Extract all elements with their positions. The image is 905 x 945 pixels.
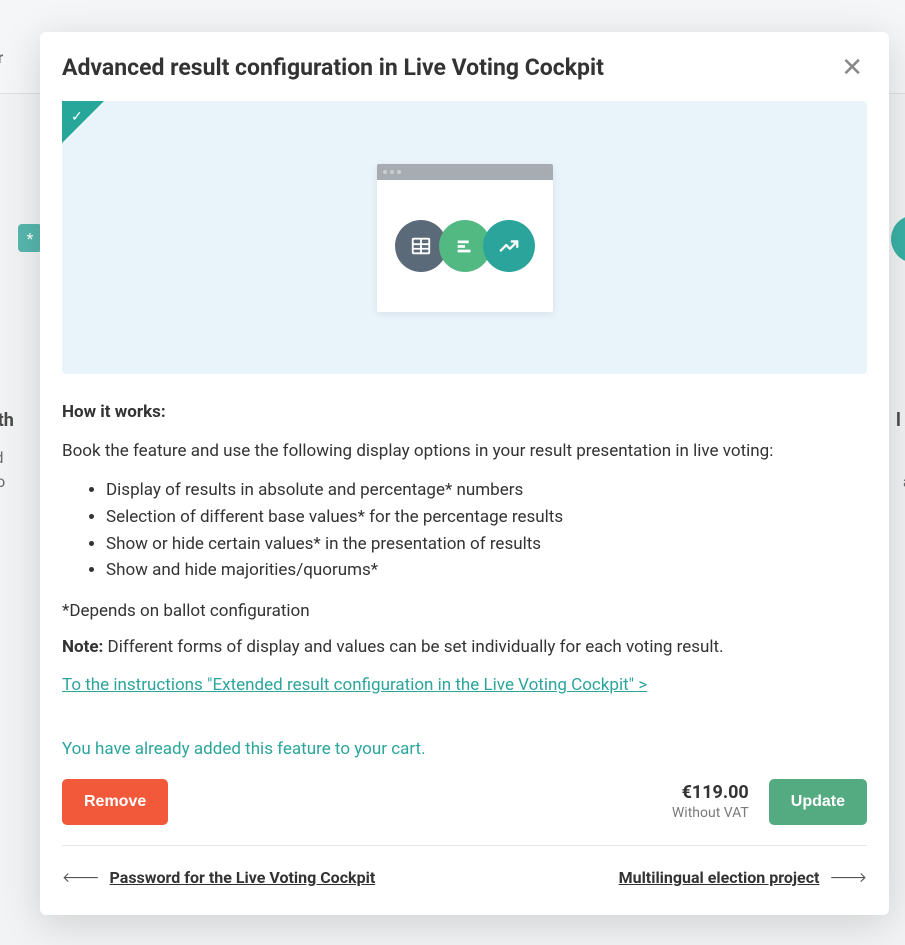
feature-list: Display of results in absolute and perce… — [62, 478, 867, 583]
remove-button[interactable]: Remove — [62, 779, 168, 825]
window-dot — [397, 170, 401, 174]
background-badge: * — [18, 224, 42, 252]
price-text: €119.00 Without VAT — [672, 782, 749, 821]
window-dot — [383, 170, 387, 174]
next-feature-label: Multilingual election project — [619, 868, 820, 887]
background-badge-text: * — [27, 229, 34, 248]
feature-modal: Advanced result configuration in Live Vo… — [40, 32, 889, 915]
intro-text: Book the feature and use the following d… — [62, 438, 867, 464]
close-button[interactable]: ✕ — [837, 55, 867, 81]
cart-status-message: You have already added this feature to y… — [62, 739, 867, 759]
icon-circles — [395, 220, 535, 272]
modal-title: Advanced result configuration in Live Vo… — [62, 54, 604, 81]
how-it-works-label: How it works: — [62, 402, 867, 422]
hero-window-card — [377, 164, 553, 312]
background-left-title: for th — [0, 410, 14, 431]
background-left-lines: divid re co — [0, 446, 5, 494]
note-text: Different forms of display and values ca… — [103, 637, 723, 657]
list-item: Show or hide certain values* in the pres… — [106, 532, 867, 557]
modal-header: Advanced result configuration in Live Vo… — [62, 54, 867, 81]
footnote-text: *Depends on ballot configuration — [62, 601, 867, 621]
price-value: €119.00 — [672, 782, 749, 803]
trend-icon — [483, 220, 535, 272]
price-block: €119.00 Without VAT Update — [672, 779, 867, 825]
arrow-left-icon: 🡐 — [62, 869, 100, 886]
modal-nav-row: 🡐 Password for the Live Voting Cockpit M… — [62, 868, 867, 887]
list-item: Show and hide majorities/quorums* — [106, 558, 867, 583]
hero-window-body — [377, 180, 553, 312]
arrow-right-icon: 🡒 — [829, 869, 867, 886]
action-row: Remove €119.00 Without VAT Update — [62, 779, 867, 846]
note-label: Note: — [62, 637, 103, 657]
bg-left-line1: divid — [0, 446, 5, 470]
note-line: Note: Different forms of display and val… — [62, 637, 867, 657]
vat-label: Without VAT — [672, 805, 749, 821]
bg-left-line2: re co — [0, 470, 5, 494]
next-feature-link[interactable]: Multilingual election project 🡒 — [619, 868, 867, 887]
prev-feature-link[interactable]: 🡐 Password for the Live Voting Cockpit — [62, 868, 375, 887]
close-icon: ✕ — [841, 53, 863, 83]
hero-corner-triangle — [62, 101, 104, 143]
update-button[interactable]: Update — [769, 779, 867, 825]
hero-window-titlebar — [377, 164, 553, 180]
prev-feature-label: Password for the Live Voting Cockpit — [110, 868, 376, 887]
instructions-link[interactable]: To the instructions "Extended result con… — [62, 675, 647, 695]
hero-image: ✓ — [62, 101, 867, 374]
list-item: Selection of different base values* for … — [106, 505, 867, 530]
background-tab-text: per — [0, 48, 3, 67]
background-circle — [891, 215, 905, 263]
list-item: Display of results in absolute and perce… — [106, 478, 867, 503]
check-icon: ✓ — [71, 109, 83, 125]
background-right-title: l e — [896, 410, 905, 431]
window-dot — [390, 170, 394, 174]
